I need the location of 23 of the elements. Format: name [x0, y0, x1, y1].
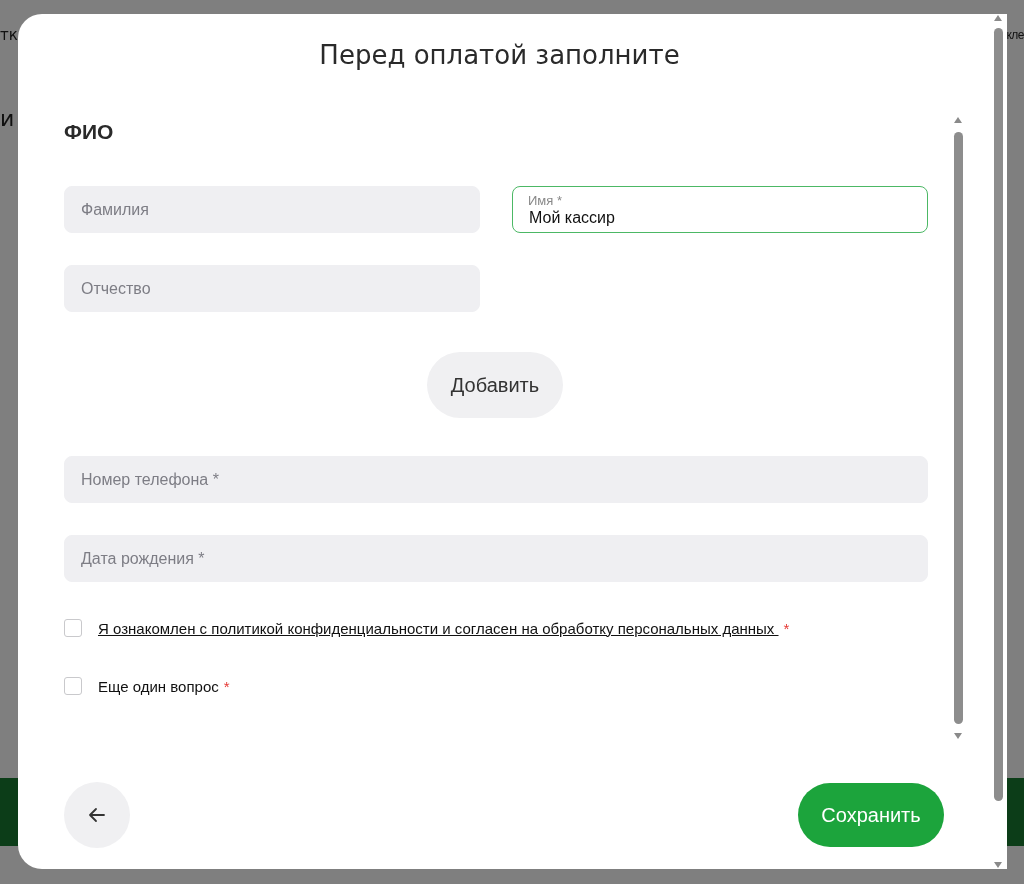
scroll-up-arrow-icon[interactable] — [953, 116, 963, 124]
scroll-down-arrow-icon[interactable] — [953, 732, 963, 740]
checkbox[interactable] — [64, 677, 82, 695]
required-mark: * — [223, 677, 230, 695]
dialog-title: Перед оплатой заполните — [318, 39, 681, 72]
scroll-up-arrow-icon[interactable] — [993, 14, 1003, 22]
text-field[interactable]: Фамилия — [64, 186, 480, 233]
background-text: кле — [1006, 28, 1024, 42]
required-mark: * — [783, 619, 790, 637]
checkbox[interactable] — [64, 619, 82, 637]
field-label: Имя * — [528, 193, 562, 208]
text-field[interactable]: Отчество — [64, 265, 480, 312]
checkbox-label: Еще один вопрос — [98, 677, 219, 695]
text-field[interactable]: Дата рождения * — [64, 535, 928, 582]
privacy-policy-link[interactable]: Я ознакомлен с политикой конфиденциальности и согласен на обработку персональных данных — [98, 619, 779, 637]
scroll-down-arrow-icon[interactable] — [993, 861, 1003, 869]
section-title: ФИО — [64, 120, 115, 144]
background-text: и — [0, 106, 15, 131]
background-text: тк — [0, 26, 18, 44]
scrollbar[interactable] — [951, 116, 965, 740]
text-field[interactable]: Номер телефона * — [64, 456, 928, 503]
add-button[interactable]: Добавить — [427, 352, 563, 418]
scrollbar[interactable] — [992, 14, 1004, 869]
